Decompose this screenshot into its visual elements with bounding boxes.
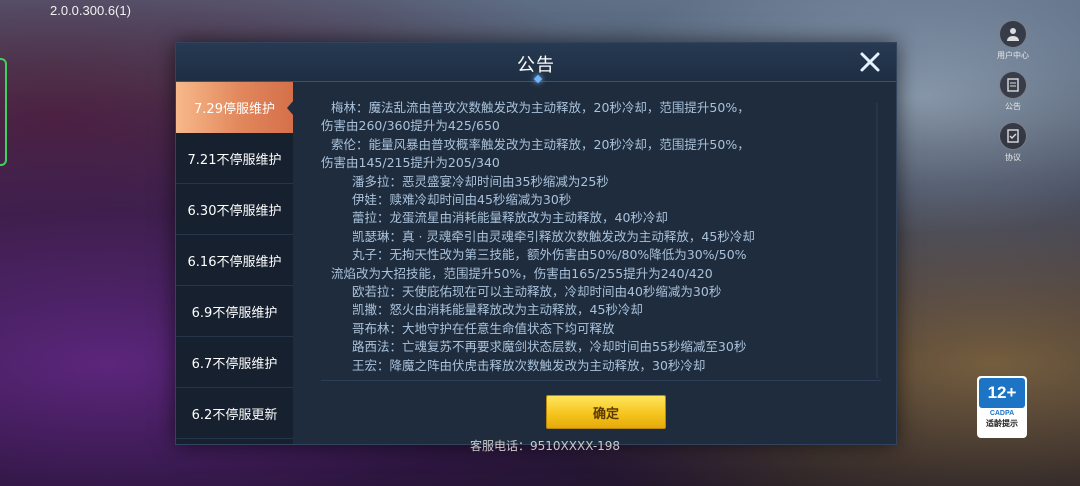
content-line: 伤害由260/360提升为425/650 — [321, 118, 500, 134]
announcement-tabs: 7.29停服维护 7.21不停服维护 6.30不停服维护 6.16不停服维护 6… — [176, 82, 294, 444]
left-edge-handle[interactable] — [0, 58, 7, 166]
close-icon — [860, 52, 880, 72]
tab-label: 7.29停服维护 — [194, 102, 275, 117]
content-line: 丸子：无拘天性改为第三技能，额外伤害由50%/80%降低为30%/50% — [352, 247, 747, 263]
content-line: 王宏：降魔之阵由伏虎击释放次数触发改为主动释放，30秒冷却 — [352, 357, 706, 373]
tab-label: 7.21不停服维护 — [187, 152, 282, 168]
side-item-label: 用户中心 — [997, 51, 1029, 60]
announcement-icon — [999, 71, 1027, 99]
content-line: 伤害由145/215提升为205/340 — [321, 155, 500, 171]
content-line: 流焰改为大招技能，范围提升50%，伤害由165/255提升为240/420 — [331, 265, 713, 281]
rating-org: CADPA — [989, 410, 1015, 417]
tab-label: 6.9不停服维护 — [191, 305, 278, 321]
side-item-announcement[interactable]: 公告 — [998, 71, 1028, 112]
announcement-content[interactable]: 梅林：魔法乱流由普攻次数触发改为主动释放，20秒冷却，范围提升50%， 伤害由2… — [321, 99, 866, 379]
content-line: 蕾拉：龙蛋流星由消耗能量释放改为主动释放，40秒冷却 — [352, 210, 668, 226]
side-menu: 用户中心 公告 协议 — [997, 20, 1029, 173]
dialog-header: 公告 — [176, 43, 896, 84]
rating-note: 适龄提示 — [986, 419, 1018, 428]
tab-6-2[interactable]: 6.2不停服更新 — [176, 388, 293, 439]
dialog-title: 公告 — [517, 55, 555, 76]
content-line: 伊娃：赎难冷却时间由45秒缩减为30秒 — [352, 192, 572, 208]
agreement-icon — [999, 122, 1027, 150]
tab-6-16[interactable]: 6.16不停服维护 — [176, 235, 293, 286]
content-line: 欧若拉：天使庇佑现在可以主动释放，冷却时间由40秒缩减为30秒 — [352, 284, 722, 300]
content-scrollbar[interactable] — [876, 103, 878, 378]
age-rating-badge: 12+ CADPA 适龄提示 — [977, 376, 1027, 438]
content-line: 潘多拉：恶灵盛宴冷却时间由35秒缩减为25秒 — [352, 173, 609, 189]
version-label: 2.0.0.300.6(1) — [50, 3, 131, 18]
tab-6-30[interactable]: 6.30不停服维护 — [176, 184, 293, 235]
announcement-dialog: 公告 7.29停服维护 7.21不停服维护 6.30不停服维护 6.16不停服维… — [175, 42, 897, 445]
side-item-label: 公告 — [1005, 102, 1021, 111]
content-divider — [321, 380, 881, 381]
user-icon — [999, 20, 1027, 48]
content-line: 凯瑟琳：真 · 灵魂牵引由灵魂牵引释放次数触发改为主动释放，45秒冷却 — [352, 228, 755, 244]
tab-7-29[interactable]: 7.29停服维护 — [176, 82, 294, 133]
tab-label: 6.30不停服维护 — [187, 203, 282, 219]
close-button[interactable] — [856, 48, 884, 76]
tab-label: 6.7不停服维护 — [191, 356, 278, 372]
content-line: 凯撒：怒火由消耗能量释放改为主动释放，45秒冷却 — [352, 302, 643, 318]
tab-7-21[interactable]: 7.21不停服维护 — [176, 133, 293, 184]
side-item-label: 协议 — [1005, 153, 1021, 162]
content-line: 梅林：魔法乱流由普攻次数触发改为主动释放，20秒冷却，范围提升50%， — [331, 100, 750, 115]
content-line: 路西法：亡魂复苏不再要求魔剑状态层数，冷却时间由55秒缩减至30秒 — [352, 339, 747, 355]
side-item-agreement[interactable]: 协议 — [998, 122, 1028, 163]
tab-6-7[interactable]: 6.7不停服维护 — [176, 337, 293, 388]
tab-label: 6.16不停服维护 — [187, 254, 282, 270]
confirm-button-label: 确定 — [592, 406, 619, 422]
age-rating-value: 12+ — [979, 378, 1025, 408]
side-item-user-center[interactable]: 用户中心 — [997, 20, 1029, 61]
tab-6-9[interactable]: 6.9不停服维护 — [176, 286, 293, 337]
tab-label: 6.2不停服更新 — [191, 407, 278, 423]
service-hotline: 客服电话：9510XXXX-198 — [470, 439, 621, 453]
content-line: 索伦：能量风暴由普攻概率触发改为主动释放，20秒冷却，范围提升50%， — [331, 136, 750, 152]
content-line: 哥布林：大地守护在任意生命值状态下均可释放 — [352, 320, 615, 336]
confirm-button[interactable]: 确定 — [546, 395, 666, 429]
